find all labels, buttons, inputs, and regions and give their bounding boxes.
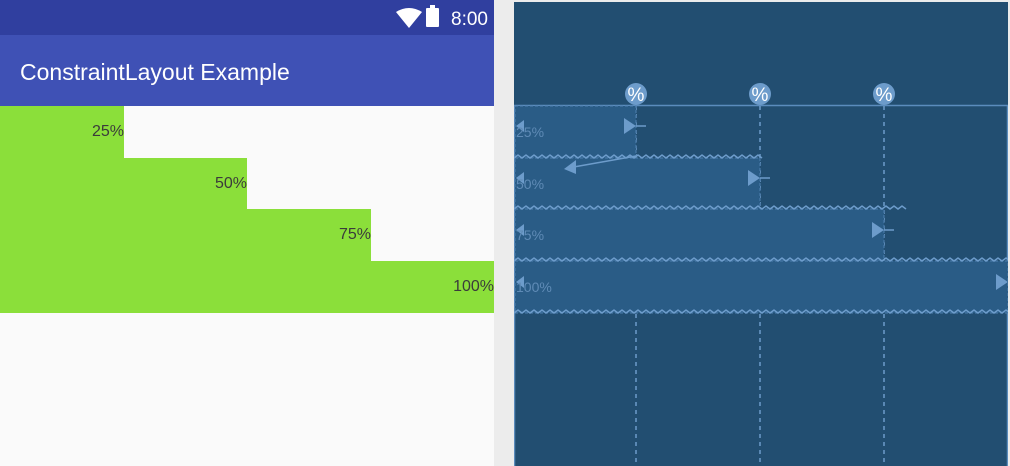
blueprint-label: 100% [516,279,552,295]
wifi-icon [396,8,422,28]
percent-symbol: % [628,85,645,106]
app-bar: ConstraintLayout Example [0,35,494,106]
percent-bar-75[interactable]: 75% [0,209,371,261]
percent-bar-25[interactable]: 25% [0,106,124,158]
blueprint-label: 25% [516,124,545,140]
status-time: 8:00 [451,9,488,30]
percent-icon[interactable]: % [873,83,895,106]
device-preview: 8:00 ConstraintLayout Example 25% 50% 75… [0,0,494,466]
bar-label: 25% [91,123,124,140]
widget-box-100[interactable] [514,260,1008,314]
percent-symbol: % [752,85,769,106]
blueprint-label: 75% [516,227,545,243]
percent-bar-100[interactable]: 100% [0,261,494,313]
bar-label: 50% [214,175,247,192]
percent-icon[interactable]: % [625,83,647,106]
widget-box-75[interactable] [514,208,885,262]
blueprint-view[interactable]: % % % 25% 50% 75% 100% [514,2,1008,466]
app-title: ConstraintLayout Example [20,59,290,85]
bar-label: 100% [453,278,494,295]
bar-label: 75% [338,226,371,243]
status-bar: 8:00 [0,0,494,35]
blueprint-canvas: % % % [514,83,1008,466]
battery-icon [426,5,439,27]
blueprint-label: 50% [516,176,545,192]
percent-symbol: % [876,85,893,106]
percent-bar-50[interactable]: 50% [0,158,247,210]
percent-icon[interactable]: % [749,83,771,106]
widget-box-50[interactable] [514,157,761,211]
